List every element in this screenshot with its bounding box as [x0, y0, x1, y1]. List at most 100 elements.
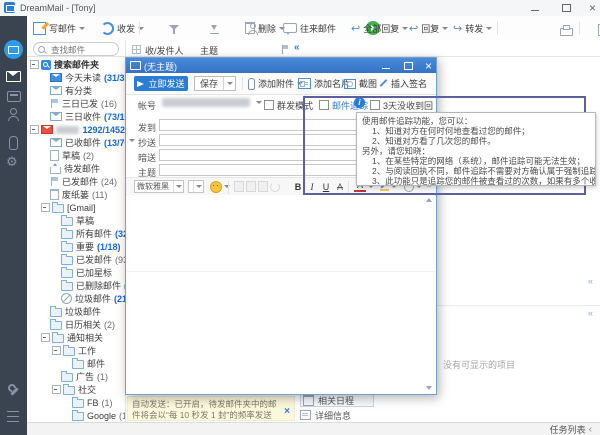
save-dropdown[interactable]: [223, 77, 235, 90]
tree-item[interactable]: 垃圾邮件(215/377): [27, 292, 125, 305]
save-button[interactable]: 保存: [194, 76, 236, 91]
collapse-pane-icon[interactable]: [294, 42, 300, 53]
emoji-button[interactable]: [210, 180, 230, 193]
tree-item[interactable]: 三日收件(73/106): [27, 110, 125, 123]
tree-item[interactable]: Google(1): [27, 409, 125, 422]
tree-item[interactable]: 已加星标: [27, 266, 125, 279]
search-box[interactable]: [33, 42, 119, 56]
undo-icon[interactable]: [270, 182, 280, 192]
expander-icon[interactable]: [41, 333, 50, 342]
copy-icon[interactable]: [246, 181, 256, 192]
tree-item[interactable]: 邮件: [27, 357, 125, 370]
compose-title-bar[interactable]: (无主题): [126, 58, 436, 73]
tree-item[interactable]: 日历相关(2): [27, 318, 125, 331]
print-icon[interactable]: [560, 28, 573, 36]
attachments-nav-icon[interactable]: [9, 136, 18, 150]
calendar-nav-icon[interactable]: [7, 91, 21, 102]
tree-item[interactable]: 工作: [27, 344, 125, 357]
scroll-down-icon[interactable]: [426, 386, 432, 390]
insert-signature-button[interactable]: 插入签名: [378, 76, 427, 91]
archive-icon[interactable]: [210, 24, 219, 34]
add-card-button[interactable]: 添加名片: [298, 76, 350, 91]
expander-icon[interactable]: [30, 60, 39, 69]
tree-item[interactable]: 已收邮件(13/705): [27, 136, 125, 149]
close-button[interactable]: [584, 2, 600, 14]
column-from-to[interactable]: 收/发件人: [145, 44, 184, 57]
tree-item[interactable]: 有分类: [27, 84, 125, 97]
compose-close-button[interactable]: [420, 60, 438, 72]
task-list-button[interactable]: 任务列表: [550, 423, 586, 435]
tree-item[interactable]: 广告(1): [27, 370, 125, 383]
tree-item[interactable]: 通知相关: [27, 331, 125, 344]
tools-wrench-icon[interactable]: [7, 384, 20, 397]
tree-item[interactable]: 草稿: [27, 214, 125, 227]
account-value-redacted[interactable]: [162, 98, 250, 107]
tree-item[interactable]: 搜索邮件夹: [27, 58, 125, 71]
reply-button[interactable]: 回复: [409, 20, 448, 36]
close-notice-icon[interactable]: ×: [284, 406, 290, 417]
paste-icon[interactable]: [234, 181, 244, 192]
font-size-select[interactable]: [188, 180, 204, 193]
write-mail-button[interactable]: 写邮件: [33, 20, 85, 36]
forward-button[interactable]: 转发: [453, 20, 492, 36]
collapse-right-icon[interactable]: [588, 308, 593, 318]
hamburger-menu-icon[interactable]: [7, 411, 19, 422]
delete-button[interactable]: 删除: [245, 20, 285, 36]
screenshot-button[interactable]: 截图: [344, 76, 377, 91]
mass-mode-checkbox[interactable]: [264, 100, 274, 110]
folder-label: 草稿: [76, 214, 94, 227]
tree-item[interactable]: 1292/1452: [27, 123, 125, 136]
compose-minimize-button[interactable]: [378, 60, 396, 72]
filter-icon[interactable]: [169, 24, 179, 34]
tree-item[interactable]: 废纸篓(11): [27, 188, 125, 201]
correspondence-button[interactable]: 往来邮件: [283, 20, 336, 36]
minimize-button[interactable]: [527, 2, 545, 14]
details-button[interactable]: 详细信息: [300, 409, 440, 421]
cut-icon[interactable]: [258, 181, 268, 192]
expander-icon[interactable]: [30, 125, 39, 134]
tree-item[interactable]: 待发邮件: [27, 162, 125, 175]
maximize-button[interactable]: [558, 2, 576, 14]
flag-column-icon[interactable]: [281, 45, 289, 54]
settings-gear-icon[interactable]: [6, 155, 18, 168]
send-receive-button[interactable]: 收发: [101, 20, 144, 36]
reply-all-button[interactable]: 全部回复: [351, 20, 408, 36]
clipboard-tools[interactable]: [234, 180, 280, 193]
tree-item[interactable]: 垃圾邮件: [27, 305, 125, 318]
folder-label: 今天未读: [65, 71, 101, 84]
tree-item[interactable]: [Gmail]: [27, 201, 125, 214]
column-subject[interactable]: 主题: [200, 44, 218, 57]
tree-item[interactable]: 草稿(2): [27, 149, 125, 162]
add-attachment-button[interactable]: 添加附件: [248, 76, 303, 91]
mail-icon: [50, 112, 62, 121]
message-body[interactable]: [127, 195, 435, 393]
tree-item[interactable]: 今天未读(31/31): [27, 71, 125, 84]
expander-icon[interactable]: [41, 203, 50, 212]
account-dropdown-icon[interactable]: [256, 101, 262, 104]
tree-item[interactable]: 已发邮件(24): [27, 175, 125, 188]
tree-item[interactable]: 三日已发(16): [27, 97, 125, 110]
search-input[interactable]: [49, 43, 117, 57]
tree-item[interactable]: 已发邮件(93): [27, 253, 125, 266]
send-now-button[interactable]: 立即发送: [134, 76, 188, 91]
grid-column-icon[interactable]: [132, 45, 141, 54]
related-schedule-button[interactable]: 相关日程: [300, 393, 374, 407]
folder-label: 待发邮件: [64, 162, 100, 175]
expander-icon[interactable]: [52, 346, 61, 355]
mail-badge-icon[interactable]: [4, 40, 23, 59]
compose-maximize-button[interactable]: [400, 60, 418, 72]
tree-item[interactable]: 重要(1/18): [27, 240, 125, 253]
mail-nav-icon[interactable]: [6, 71, 21, 82]
tree-item[interactable]: 所有邮件(32/296): [27, 227, 125, 240]
account-name-redacted: [56, 126, 79, 134]
window-title: DreamMail - [Tony]: [20, 3, 96, 13]
scroll-up-icon[interactable]: [426, 198, 432, 202]
tree-item[interactable]: 社交: [27, 383, 125, 396]
font-family-select[interactable]: 微软雅黑: [134, 180, 184, 193]
collapse-right-icon[interactable]: [588, 276, 593, 286]
tree-item[interactable]: 已删除邮件(68/159): [27, 279, 125, 292]
expander-icon[interactable]: [52, 385, 61, 394]
contacts-nav-icon[interactable]: [7, 108, 20, 120]
tree-item[interactable]: FB(1): [27, 396, 125, 409]
smiley-icon: [210, 181, 222, 193]
